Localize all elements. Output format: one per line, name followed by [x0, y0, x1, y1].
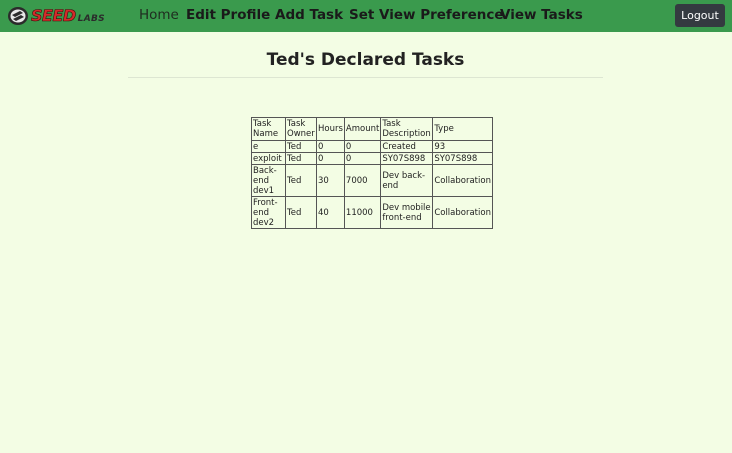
cell-hours: 30 — [316, 164, 345, 197]
cell-task-description: Dev mobile front-end — [380, 196, 434, 229]
cell-task-description: SY07S898 — [380, 152, 434, 165]
cell-task-owner: Ted — [285, 140, 317, 153]
logo-labs-text: LABS — [77, 14, 105, 24]
table-header-row: Task Name Task Owner Hours Amount Task D… — [251, 117, 493, 141]
page-title: Ted's Declared Tasks — [266, 50, 465, 70]
seedlabs-logo-icon — [8, 7, 28, 25]
cell-amount: 11000 — [343, 196, 382, 229]
cell-type: SY07S898 — [432, 152, 493, 165]
cell-task-description: Dev back-end — [380, 164, 434, 197]
seedlabs-logo-text: SEED LABS — [31, 6, 105, 25]
cell-task-name: e — [251, 140, 286, 153]
header-amount: Amount — [343, 117, 382, 141]
table-row: exploit Ted 0 0 SY07S898 SY07S898 — [251, 152, 493, 165]
seedlabs-logo[interactable]: SEED LABS — [7, 6, 107, 26]
cell-hours: 40 — [316, 196, 345, 229]
cell-task-name: Back-end dev1 — [251, 164, 286, 197]
cell-type: Collaboration — [432, 164, 493, 197]
table-row: e Ted 0 0 Created 93 — [251, 140, 493, 153]
cell-hours: 0 — [316, 140, 345, 153]
header-hours: Hours — [316, 117, 345, 141]
header-task-owner: Task Owner — [285, 117, 317, 141]
nav-set-view-preference-link[interactable]: Set View Preference — [349, 7, 504, 23]
title-divider — [128, 77, 603, 78]
tasks-table: Task Name Task Owner Hours Amount Task D… — [251, 117, 493, 229]
cell-amount: 0 — [343, 152, 382, 165]
cell-type: 93 — [432, 140, 493, 153]
cell-task-name: Front-end dev2 — [251, 196, 286, 229]
top-navbar: SEED LABS Home Edit Profile Add Task Set… — [0, 0, 732, 32]
cell-task-owner: Ted — [285, 164, 317, 197]
cell-task-name: exploit — [251, 152, 286, 165]
table-row: Back-end dev1 Ted 30 7000 Dev back-end C… — [251, 164, 493, 197]
nav-view-tasks-link[interactable]: View Tasks — [500, 7, 583, 23]
nav-edit-profile-link[interactable]: Edit Profile — [186, 7, 270, 23]
logout-button[interactable]: Logout — [675, 4, 725, 27]
cell-task-description: Created — [380, 140, 434, 153]
header-task-description: Task Description — [380, 117, 434, 141]
cell-type: Collaboration — [432, 196, 493, 229]
cell-task-owner: Ted — [285, 196, 317, 229]
table-row: Front-end dev2 Ted 40 11000 Dev mobile f… — [251, 196, 493, 229]
cell-hours: 0 — [316, 152, 345, 165]
cell-task-owner: Ted — [285, 152, 317, 165]
nav-add-task-link[interactable]: Add Task — [275, 7, 343, 23]
cell-amount: 0 — [343, 140, 382, 153]
header-type: Type — [432, 117, 493, 141]
logo-seed-text: SEED — [31, 6, 77, 25]
cell-amount: 7000 — [343, 164, 382, 197]
header-task-name: Task Name — [251, 117, 286, 141]
nav-home-link[interactable]: Home — [139, 7, 179, 23]
